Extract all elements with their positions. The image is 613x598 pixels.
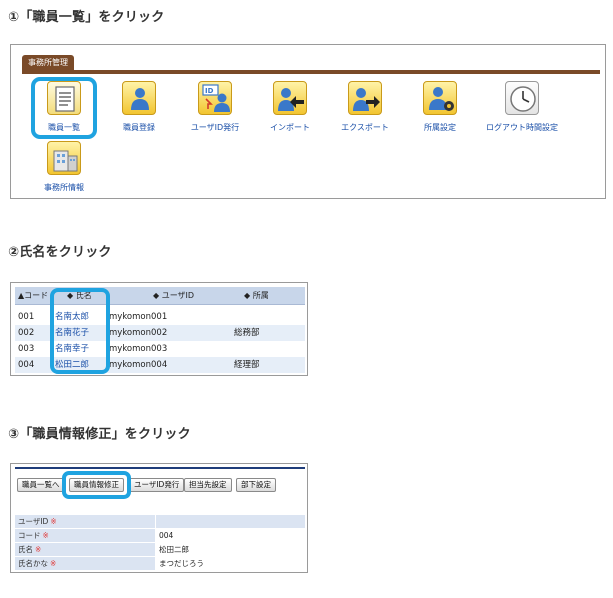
column-header-dept[interactable]: ◆ 所属 (244, 287, 269, 305)
field-value: 松田二郎 (159, 545, 189, 554)
highlight-name-column (50, 288, 110, 374)
field-value: まつだじろう (159, 559, 204, 568)
sort-icon: ◆ (244, 291, 251, 300)
cell-code: 002 (18, 328, 35, 338)
menu-label-department-settings: 所属設定 (424, 123, 456, 132)
office-management-panel: 事務所管理 職員一覧 職員登録 ID ユーザID発行 インポート エクスポート … (10, 44, 606, 199)
detail-row-user-id: ユーザID ※ (15, 515, 305, 528)
menu-item-office-info[interactable]: 事務所情報 (24, 141, 104, 193)
step1-heading: ①「職員一覧」をクリック (8, 10, 165, 25)
required-mark: ※ (35, 545, 42, 554)
detail-row-name: 氏名 ※ 松田二郎 (15, 543, 305, 556)
detail-row-code: コード ※ 004 (15, 529, 305, 542)
menu-item-export[interactable]: エクスポート (325, 81, 405, 133)
column-header-dept-label: 所属 (252, 291, 269, 300)
cell-dept: 経理部 (234, 360, 260, 370)
step3-heading: ③「職員情報修正」をクリック (8, 427, 191, 442)
back-to-staff-list-button[interactable]: 職員一覧へ (17, 478, 65, 492)
department-settings-icon (423, 81, 457, 115)
column-header-user-id[interactable]: ◆ ユーザID (153, 287, 194, 305)
cell-user-id: mykomon002 (109, 328, 168, 338)
column-header-code-label: コード (24, 291, 49, 300)
step2-heading: ②氏名をクリック (8, 245, 112, 260)
required-mark: ※ (42, 531, 49, 540)
field-label: コード ※ (15, 529, 155, 542)
issue-user-id-button[interactable]: ユーザID発行 (129, 478, 185, 492)
menu-label-staff-register: 職員登録 (123, 123, 155, 132)
highlight-staff-list (31, 77, 97, 139)
cell-code: 004 (18, 360, 35, 370)
office-management-bar (22, 70, 600, 74)
field-value (156, 515, 305, 528)
subordinate-settings-button[interactable]: 部下設定 (236, 478, 276, 492)
menu-item-department-settings[interactable]: 所属設定 (400, 81, 480, 133)
column-header-code[interactable]: ▲コード (18, 287, 48, 305)
field-label: 氏名かな ※ (15, 557, 155, 570)
import-icon (273, 81, 307, 115)
menu-item-staff-register[interactable]: 職員登録 (99, 81, 179, 133)
cell-code: 001 (18, 312, 35, 322)
clock-icon (505, 81, 539, 115)
cell-code: 003 (18, 344, 35, 354)
field-label: 氏名 ※ (15, 543, 155, 556)
cell-dept: 総務部 (234, 328, 260, 338)
export-icon (348, 81, 382, 115)
cell-user-id: mykomon004 (109, 360, 168, 370)
staff-detail-panel: 職員一覧へ 職員情報修正 ユーザID発行 担当先設定 部下設定 ユーザID ※ コ… (10, 463, 308, 573)
menu-item-logout-time-settings[interactable]: ログアウト時間設定 (477, 81, 567, 133)
assign-clients-button[interactable]: 担当先設定 (184, 478, 232, 492)
required-mark: ※ (50, 517, 57, 526)
field-label: ユーザID ※ (15, 515, 155, 528)
detail-top-line (15, 467, 305, 469)
detail-row-name-kana: 氏名かな ※ まつだじろう (15, 557, 305, 570)
cell-user-id: mykomon003 (109, 344, 168, 354)
office-building-icon (47, 141, 81, 175)
svg-text:ID: ID (205, 87, 214, 95)
highlight-edit-button (62, 471, 131, 499)
menu-label-import: インポート (270, 123, 310, 132)
menu-label-user-id-issue: ユーザID発行 (190, 123, 240, 132)
field-value: 004 (159, 531, 174, 540)
cell-user-id: mykomon001 (109, 312, 168, 322)
menu-label-office-info: 事務所情報 (44, 183, 84, 192)
menu-label-export: エクスポート (341, 123, 389, 132)
menu-item-import[interactable]: インポート (250, 81, 330, 133)
office-management-tab[interactable]: 事務所管理 (22, 55, 74, 71)
staff-table-panel: ▲コード ◆ 氏名 ◆ ユーザID ◆ 所属 001 名南太郎 mykomon0… (10, 282, 308, 376)
user-id-issue-icon: ID (198, 81, 232, 115)
staff-register-icon (122, 81, 156, 115)
sort-icon: ◆ (153, 291, 160, 300)
column-header-user-id-label: ユーザID (161, 291, 195, 300)
required-mark: ※ (50, 559, 57, 568)
menu-item-user-id-issue[interactable]: ID ユーザID発行 (175, 81, 255, 133)
menu-label-logout-time-settings: ログアウト時間設定 (486, 123, 558, 132)
